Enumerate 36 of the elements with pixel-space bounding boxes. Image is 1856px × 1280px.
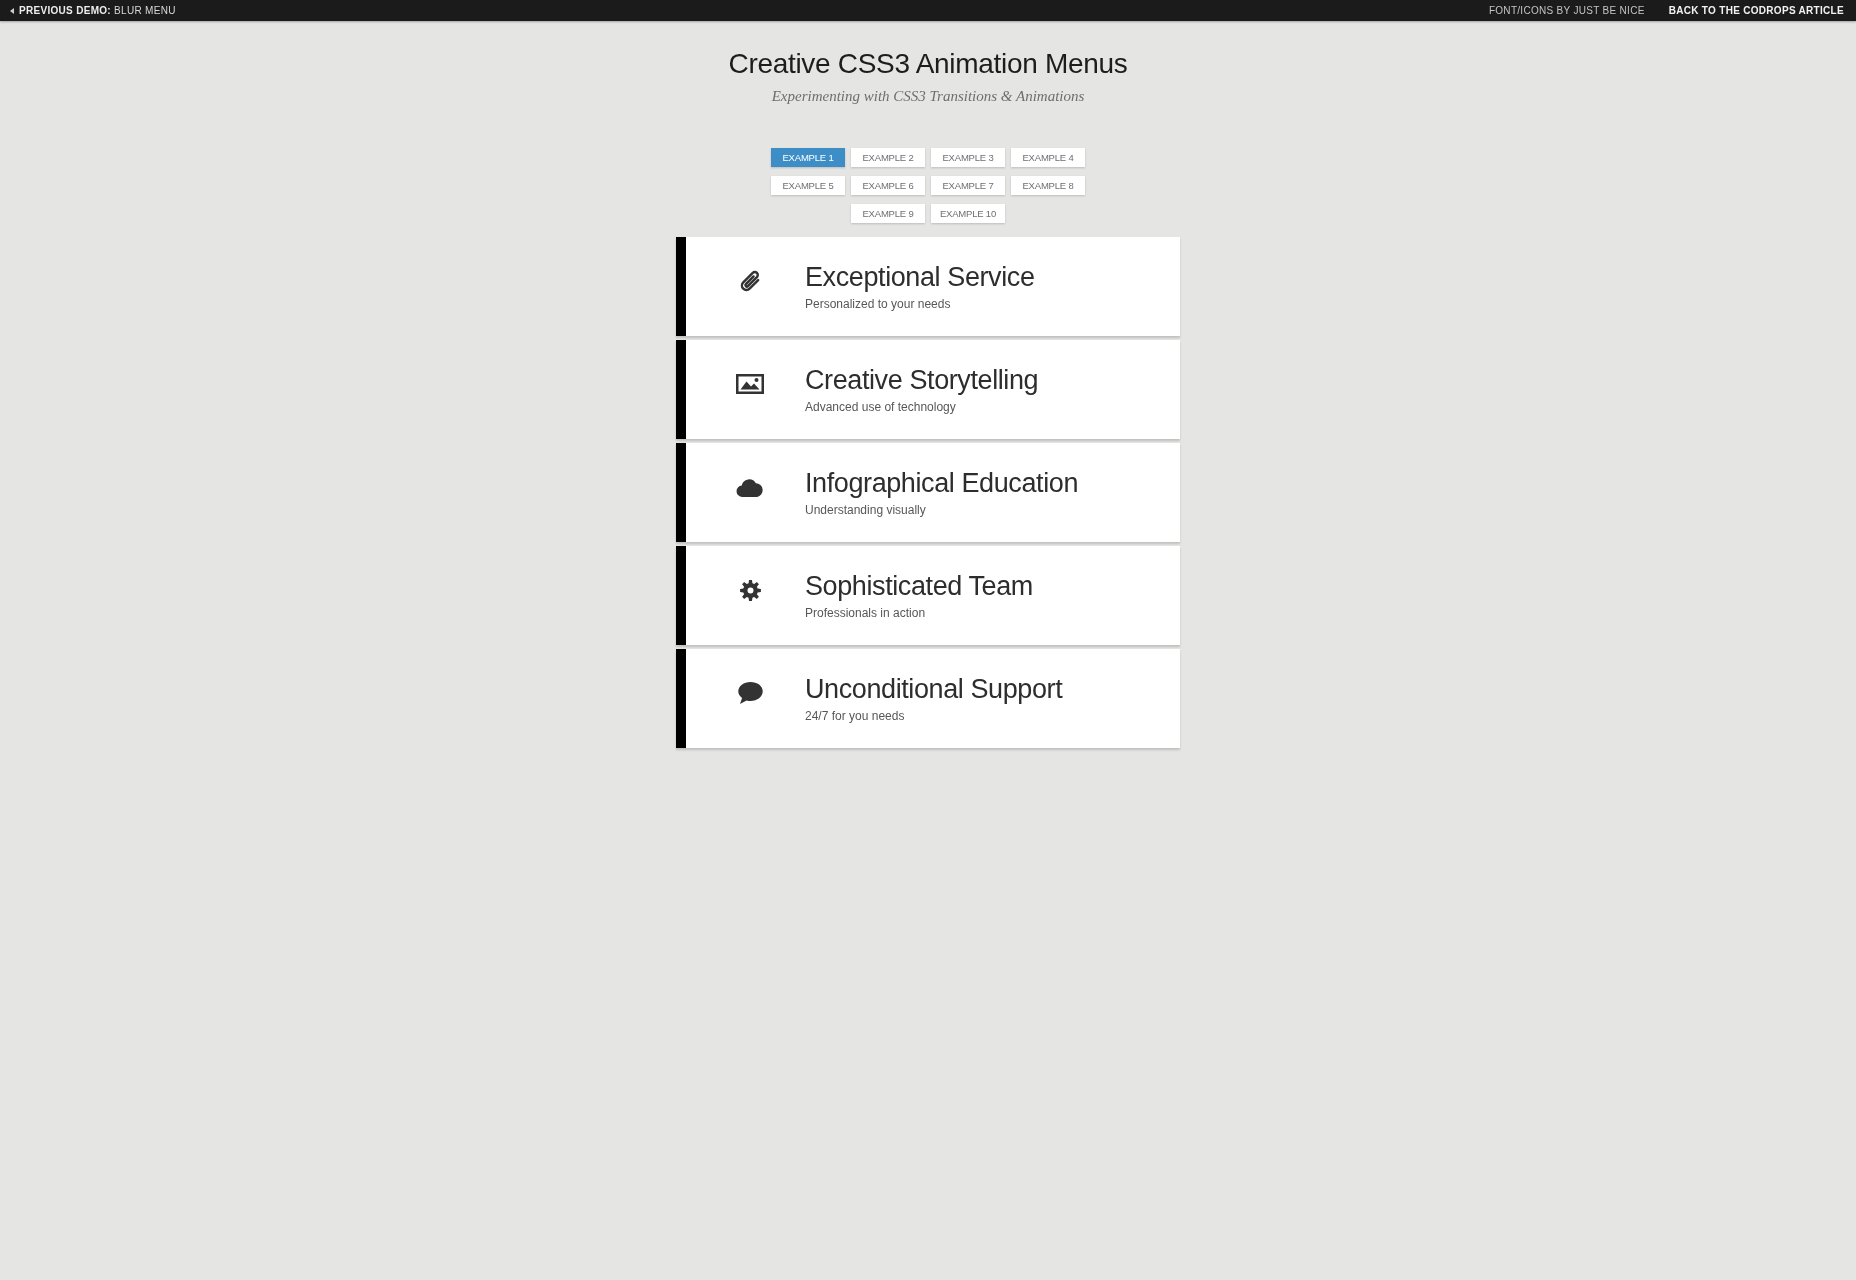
example-tab[interactable]: EXAMPLE 8 xyxy=(1011,176,1085,195)
menu-item-subtitle: Personalized to your needs xyxy=(805,296,951,312)
menu-item-subtitle: Understanding visually xyxy=(805,502,926,518)
picture-icon xyxy=(736,374,764,394)
cloud-icon xyxy=(736,477,764,497)
paperclip-icon xyxy=(738,269,762,293)
menu-item-title: Sophisticated Team xyxy=(805,570,1033,602)
page-subtitle: Experimenting with CSS3 Transitions & Animations xyxy=(771,87,1085,106)
menu-item[interactable]: Unconditional Support 24/7 for you needs xyxy=(676,649,1180,748)
page-title: Creative CSS3 Animation Menus xyxy=(728,47,1128,81)
menu-item[interactable]: Creative Storytelling Advanced use of technology xyxy=(676,340,1180,439)
menu-item[interactable]: Exceptional Service Personalized to your needs xyxy=(676,237,1180,336)
credit-link[interactable]: FONT/ICONS BY JUST BE NICE xyxy=(1488,5,1645,16)
previous-demo-link[interactable]: PREVIOUS DEMO: BLUR MENU xyxy=(10,5,176,16)
example-tab[interactable]: EXAMPLE 3 xyxy=(931,148,1005,167)
example-tab[interactable]: EXAMPLE 9 xyxy=(851,204,925,223)
example-tab[interactable]: EXAMPLE 1 xyxy=(771,148,845,167)
menu-item-subtitle: 24/7 for you needs xyxy=(805,708,905,724)
back-to-article-link[interactable]: BACK TO THE CODROPS ARTICLE xyxy=(1668,5,1844,16)
example-tab[interactable]: EXAMPLE 2 xyxy=(851,148,925,167)
speech-bubble-icon xyxy=(737,682,763,704)
example-tab[interactable]: EXAMPLE 10 xyxy=(931,204,1005,223)
menu-item-title: Infographical Education xyxy=(805,467,1078,499)
gear-icon xyxy=(739,579,761,601)
example-tab[interactable]: EXAMPLE 4 xyxy=(1011,148,1085,167)
left-triangle-icon xyxy=(10,7,14,14)
menu-item-title: Unconditional Support xyxy=(805,673,1063,705)
menu-item-title: Creative Storytelling xyxy=(805,364,1039,396)
example-tab[interactable]: EXAMPLE 6 xyxy=(851,176,925,195)
menu-item-subtitle: Professionals in action xyxy=(805,605,926,621)
menu-item[interactable]: Infographical Education Understanding visually xyxy=(676,443,1180,542)
menu-item-subtitle: Advanced use of technology xyxy=(805,399,956,415)
menu-item[interactable]: Sophisticated Team Professionals in action xyxy=(676,546,1180,645)
example-tab[interactable]: EXAMPLE 5 xyxy=(771,176,845,195)
example-tab[interactable]: EXAMPLE 7 xyxy=(931,176,1005,195)
menu-item-title: Exceptional Service xyxy=(805,261,1035,293)
